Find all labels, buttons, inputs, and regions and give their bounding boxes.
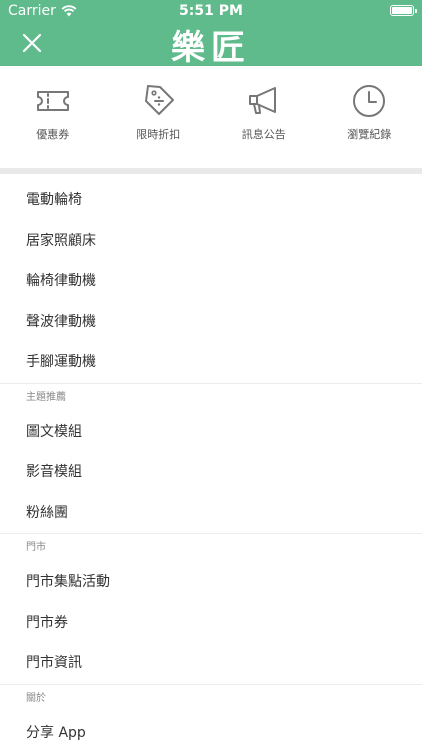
quick-link-discount[interactable]: 限時折扣 xyxy=(106,82,212,168)
brand-logo: 樂匠 xyxy=(0,24,422,64)
quick-link-label: 瀏覽紀錄 xyxy=(347,126,391,142)
logo-text: 樂匠 xyxy=(171,20,251,69)
menu-item[interactable]: 分享 App xyxy=(0,713,422,753)
menu-item[interactable]: 門市券 xyxy=(0,603,422,644)
category-item[interactable]: 電動輪椅 xyxy=(0,180,422,221)
menu-item[interactable]: 圖文模組 xyxy=(0,412,422,453)
menu-item[interactable]: 門市資訊 xyxy=(0,643,422,684)
section-header-store: 門市 xyxy=(0,533,422,562)
featured-list: 圖文模組 影音模組 粉絲團 xyxy=(0,412,422,534)
battery-icon xyxy=(390,5,414,16)
discount-tag-icon xyxy=(139,82,177,120)
menu-item[interactable]: 粉絲團 xyxy=(0,493,422,534)
category-item[interactable]: 聲波律動機 xyxy=(0,302,422,343)
category-item[interactable]: 居家照顧床 xyxy=(0,221,422,262)
quick-link-label: 限時折扣 xyxy=(136,126,180,142)
menu-item[interactable]: 門市集點活動 xyxy=(0,562,422,603)
store-list: 門市集點活動 門市券 門市資訊 xyxy=(0,562,422,684)
quick-link-label: 訊息公告 xyxy=(242,126,286,142)
quick-links: 優惠券 限時折扣 訊息公告 瀏覽紀錄 xyxy=(0,66,422,168)
quick-link-label: 優惠券 xyxy=(36,126,69,142)
quick-link-announcements[interactable]: 訊息公告 xyxy=(211,82,317,168)
megaphone-icon xyxy=(245,82,283,120)
about-list: 分享 App xyxy=(0,713,422,753)
section-header-featured: 主題推薦 xyxy=(0,383,422,412)
ticket-icon xyxy=(34,82,72,120)
section-header-about: 關於 xyxy=(0,684,422,713)
clock: 5:51 PM xyxy=(0,3,422,19)
quick-link-history[interactable]: 瀏覽紀錄 xyxy=(317,82,422,168)
category-item[interactable]: 輪椅律動機 xyxy=(0,261,422,302)
category-list: 電動輪椅 居家照顧床 輪椅律動機 聲波律動機 手腳運動機 xyxy=(0,174,422,383)
app-header: Carrier 5:51 PM 樂匠 xyxy=(0,0,422,66)
clock-icon xyxy=(350,82,388,120)
menu-item[interactable]: 影音模組 xyxy=(0,452,422,493)
category-item[interactable]: 手腳運動機 xyxy=(0,342,422,383)
quick-link-coupons[interactable]: 優惠券 xyxy=(0,82,106,168)
